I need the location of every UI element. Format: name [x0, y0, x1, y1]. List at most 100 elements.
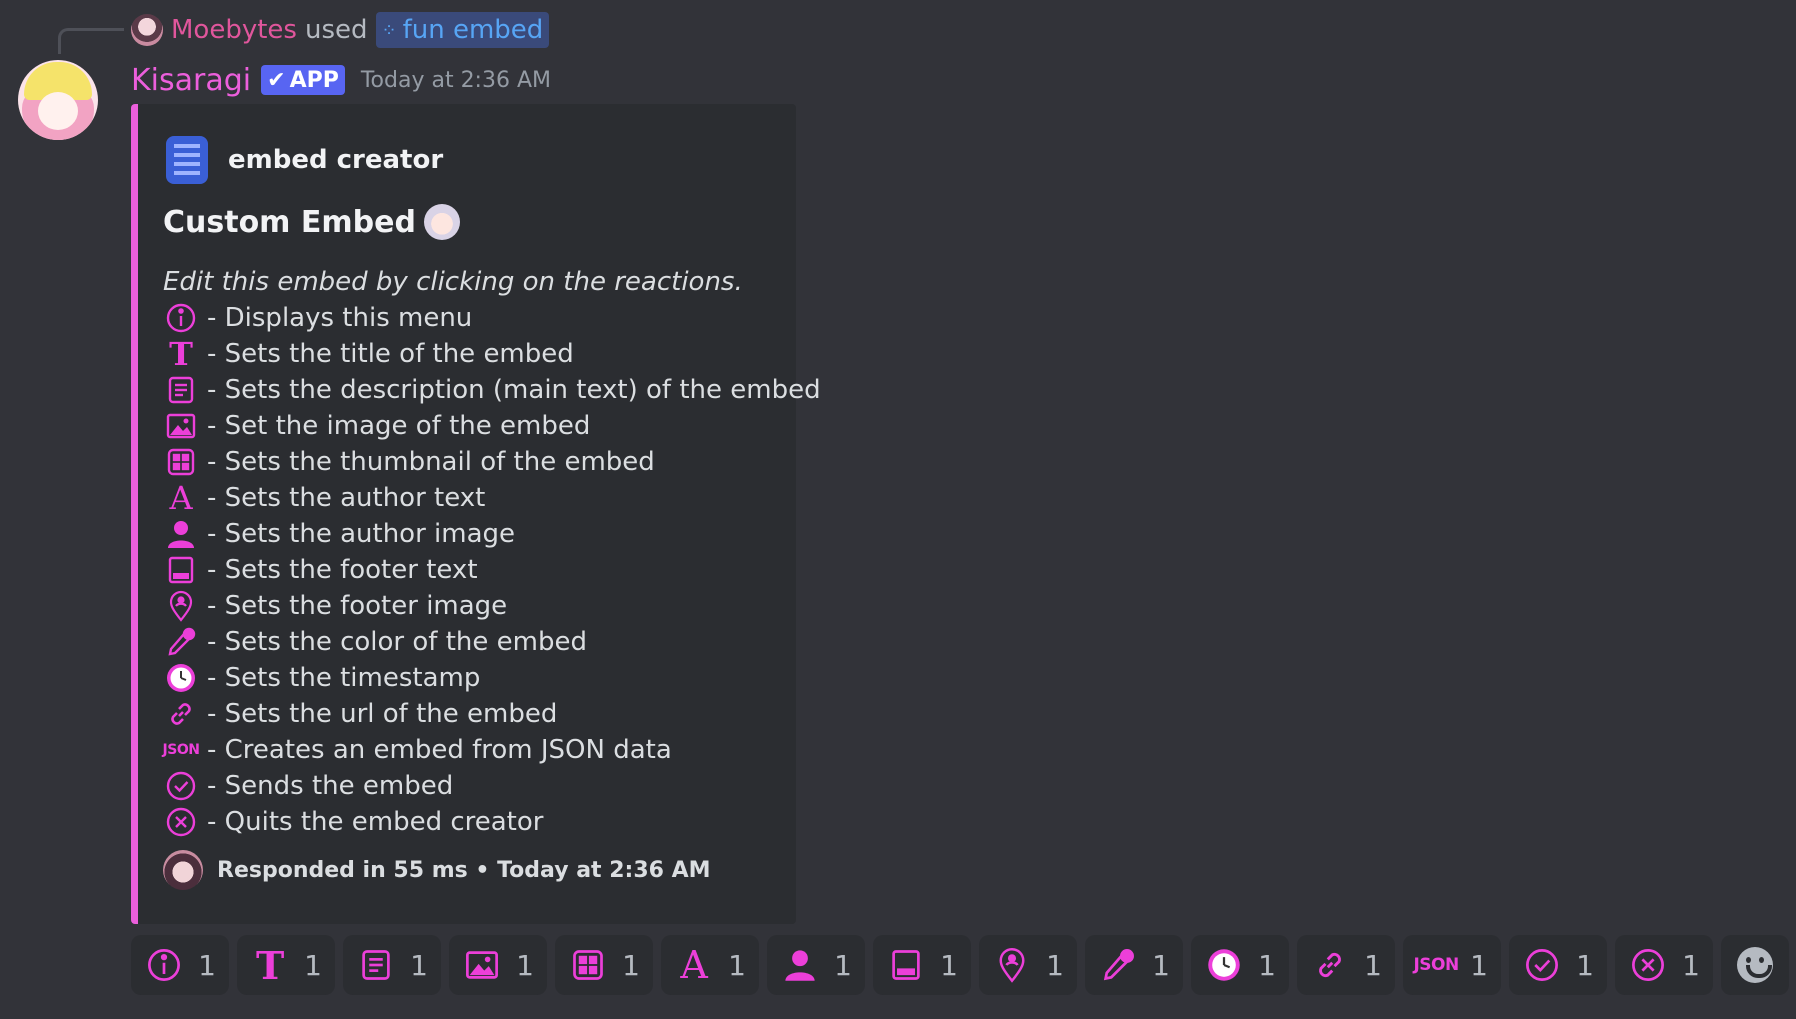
link-icon [163, 696, 199, 732]
title-t-icon: T [169, 335, 193, 373]
embed-help-text: - Creates an embed from JSON data [207, 735, 672, 765]
reaction-check-circle-button[interactable]: 1 [1509, 935, 1607, 995]
embed-help-text: - Set the image of the embed [207, 411, 591, 441]
add-reaction-button[interactable] [1721, 935, 1789, 995]
reaction-x-circle-button[interactable]: 1 [1615, 935, 1713, 995]
description-icon [163, 372, 199, 408]
app-badge-label: APP [289, 67, 339, 93]
embed-help-text: - Sets the color of the embed [207, 627, 587, 657]
embed-help-text: - Sets the thumbnail of the embed [207, 447, 655, 477]
json-icon: JSON [1413, 955, 1459, 975]
footer-icon [163, 552, 199, 588]
reaction-footer-image-pin-button[interactable]: 1 [979, 935, 1077, 995]
document-icon [166, 136, 208, 184]
image-icon [163, 408, 199, 444]
embed-help-line: T - Sets the title of the embed [163, 336, 788, 372]
thumbnail-grid-icon [568, 945, 608, 985]
embed-help-line: - Sets the description (main text) of th… [163, 372, 821, 408]
embed-footer: Responded in 55 ms • Today at 2:36 AM [163, 850, 711, 890]
reaction-count: 1 [1470, 948, 1488, 982]
thumbnail-grid-icon [163, 444, 199, 480]
embed-help-text: - Sets the footer text [207, 555, 478, 585]
image-icon [462, 945, 502, 985]
clock-icon [163, 660, 199, 696]
reaction-link-button[interactable]: 1 [1297, 935, 1395, 995]
description-icon [356, 945, 396, 985]
reaction-count: 1 [198, 948, 216, 982]
embed-help-line: A - Sets the author text [163, 480, 788, 516]
embed-help-line: - Sets the url of the embed [163, 696, 788, 732]
reaction-image-button[interactable]: 1 [449, 935, 547, 995]
command-name: fun embed [402, 15, 544, 45]
embed-help-line: - Quits the embed creator [163, 804, 788, 840]
bot-username[interactable]: Kisaragi [131, 63, 251, 98]
reaction-thumbnail-grid-button[interactable]: 1 [555, 935, 653, 995]
embed-help-line: - Sets the footer text [163, 552, 788, 588]
embed-author-name: embed creator [228, 145, 444, 175]
reaction-person-button[interactable]: 1 [767, 935, 865, 995]
embed-help-text: - Sets the author image [207, 519, 516, 549]
message-timestamp[interactable]: Today at 2:36 AM [361, 68, 551, 93]
reaction-count: 1 [410, 948, 428, 982]
reaction-eyedropper-button[interactable]: 1 [1085, 935, 1183, 995]
embed-help-text: - Sets the description (main text) of th… [207, 375, 821, 405]
embed-help-text: - Sends the embed [207, 771, 454, 801]
reaction-count: 1 [1046, 948, 1064, 982]
author-a-icon: A [680, 943, 708, 987]
reaction-footer-button[interactable]: 1 [873, 935, 971, 995]
embed-help-line: - Set the image of the embed [163, 408, 788, 444]
message-header: Kisaragi ✔ APP Today at 2:36 AM [131, 60, 551, 100]
embed-help-line: - Sets the author image [163, 516, 788, 552]
reaction-count: 1 [1258, 948, 1276, 982]
embed-help-line: - Sends the embed [163, 768, 788, 804]
embed-help-line: - Sets the footer image [163, 588, 788, 624]
check-circle-icon [1522, 945, 1562, 985]
info-icon [163, 300, 199, 336]
x-circle-icon [163, 804, 199, 840]
app-badge: ✔ APP [261, 65, 345, 95]
embed-help-line: - Sets the timestamp [163, 660, 788, 696]
bot-avatar[interactable] [18, 60, 98, 140]
x-circle-icon [1628, 945, 1668, 985]
info-icon [144, 945, 184, 985]
embed-help-text: - Sets the timestamp [207, 663, 481, 693]
check-circle-icon [163, 768, 199, 804]
reply-context[interactable]: Moebytes used ⁘ fun embed [131, 12, 550, 48]
embed-help-text: - Sets the url of the embed [207, 699, 558, 729]
reaction-info-button[interactable]: 1 [131, 935, 229, 995]
reaction-title-t-button[interactable]: T1 [237, 935, 335, 995]
footer-image-pin-icon [163, 588, 199, 624]
embed-title-text: Custom Embed [163, 204, 416, 240]
embed-help-line: - Displays this menu [163, 300, 788, 336]
reaction-description-button[interactable]: 1 [343, 935, 441, 995]
embed-help-text: - Displays this menu [207, 303, 473, 333]
embed-card: embed creator Custom Embed Edit this emb… [131, 104, 821, 924]
embed-help-text: - Sets the title of the embed [207, 339, 574, 369]
footer-image-pin-icon [992, 945, 1032, 985]
reaction-clock-button[interactable]: 1 [1191, 935, 1289, 995]
reaction-json-button[interactable]: JSON 1 [1403, 935, 1501, 995]
reaction-bar: 1 T 1 1 1 1 A 1 1 1 1 1 1 1 JSON 1 1 1 [131, 935, 1789, 995]
anime-girl-emoji-icon [423, 204, 460, 240]
embed-footer-text: Responded in 55 ms • Today at 2:36 AM [217, 857, 711, 883]
slash-command-mention[interactable]: ⁘ fun embed [375, 12, 550, 48]
command-icon: ⁘ [381, 19, 397, 41]
reply-used-label: used [304, 15, 368, 45]
reaction-author-a-button[interactable]: A1 [661, 935, 759, 995]
reaction-count: 1 [940, 948, 958, 982]
title-t-icon: T [255, 942, 285, 988]
eyedropper-icon [1098, 945, 1138, 985]
embed-author: embed creator [166, 136, 443, 184]
smiley-icon [1737, 947, 1773, 983]
embed-help-line: JSON - Creates an embed from JSON data [163, 732, 788, 768]
author-a-icon: A [169, 479, 193, 517]
replied-username[interactable]: Moebytes [171, 15, 297, 45]
embed-title: Custom Embed [163, 204, 460, 240]
clock-icon [1204, 945, 1244, 985]
embed-description: Edit this embed by clicking on the react… [163, 264, 821, 840]
json-icon: JSON [162, 742, 200, 758]
person-icon [780, 945, 820, 985]
replied-user-avatar[interactable] [131, 14, 163, 46]
link-icon [1310, 945, 1350, 985]
embed-help-text: - Quits the embed creator [207, 807, 544, 837]
